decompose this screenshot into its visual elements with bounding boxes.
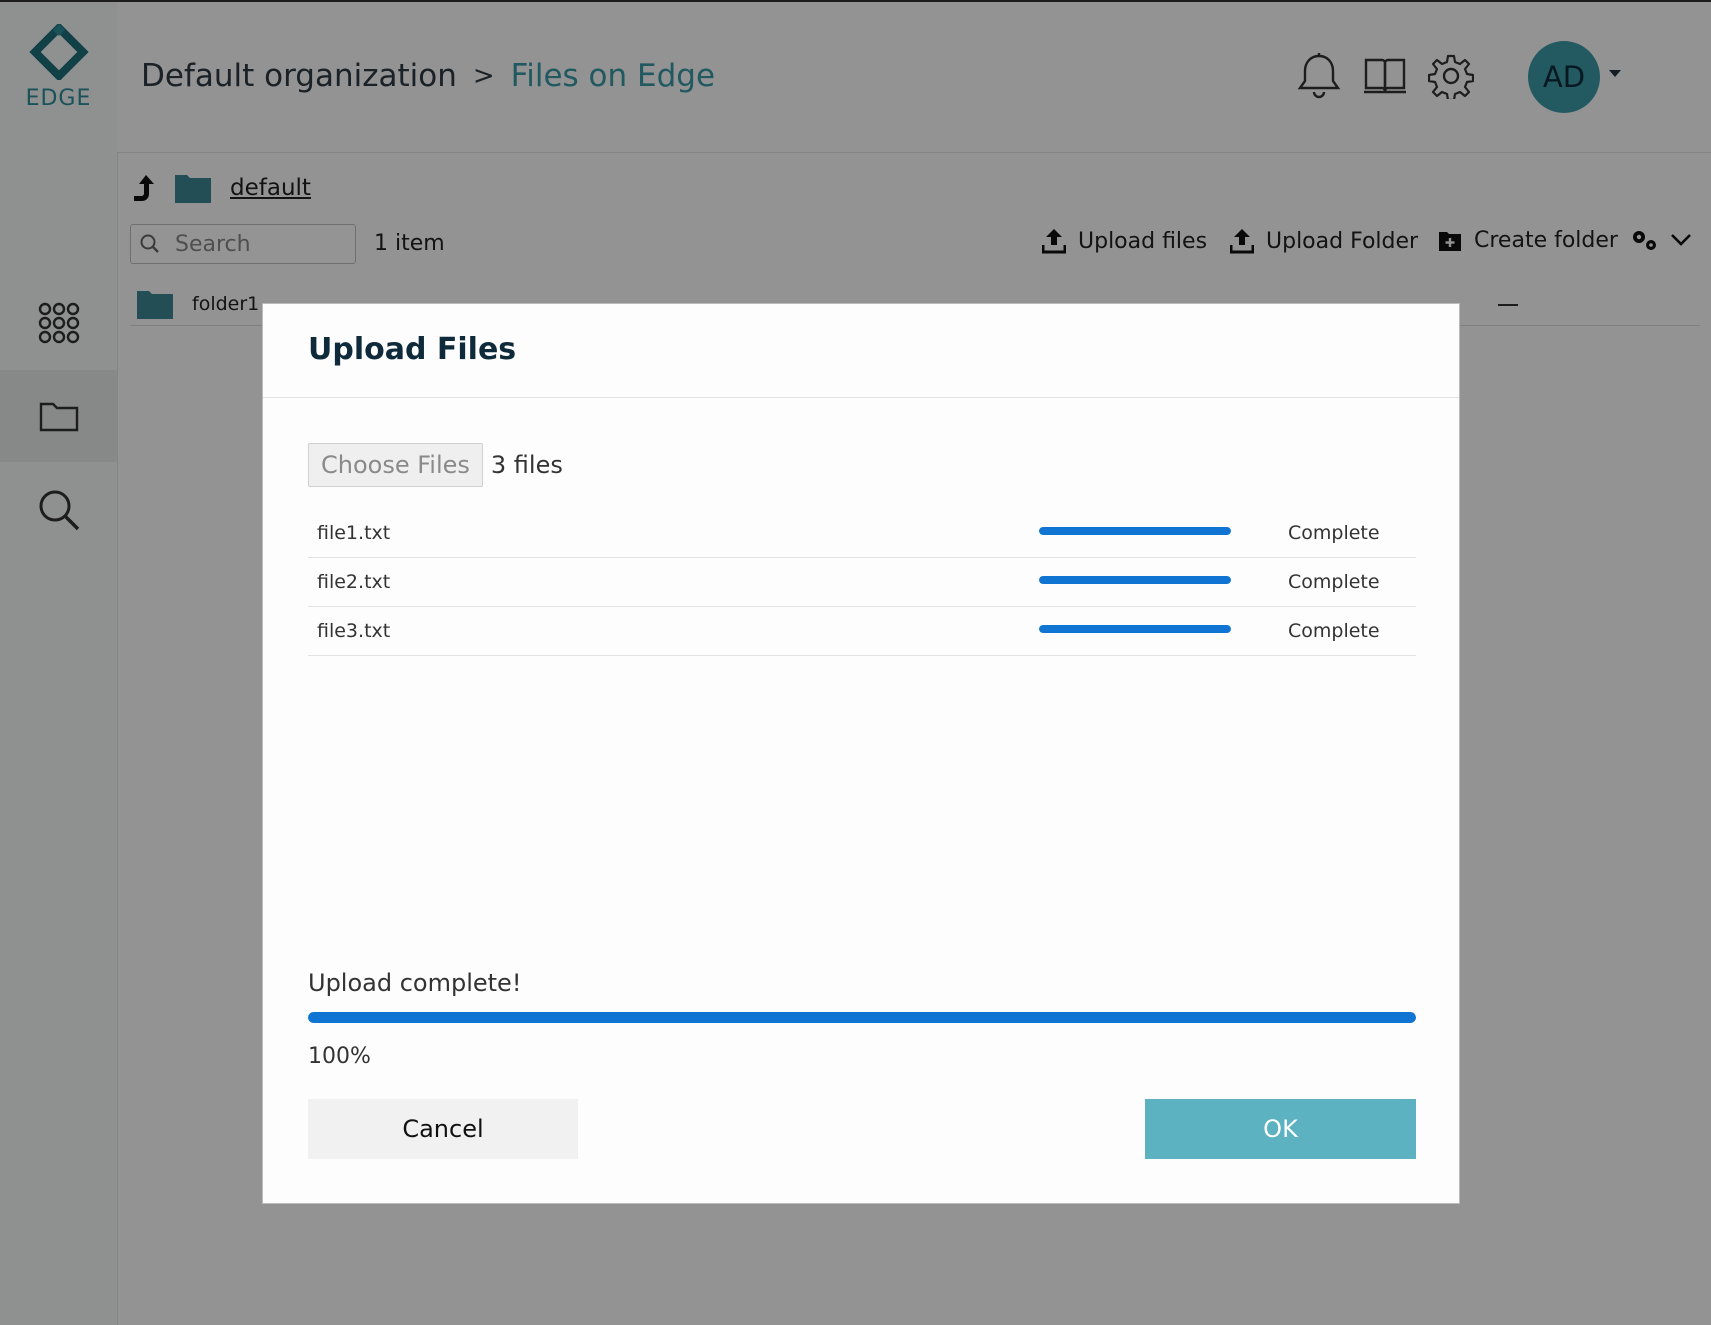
cancel-button[interactable]: Cancel <box>308 1099 578 1159</box>
list-item: file2.txt Complete <box>308 558 1416 607</box>
file-progress-bar <box>1039 527 1231 535</box>
file-progress-fill <box>1039 625 1231 633</box>
dialog-title: Upload Files <box>308 332 517 367</box>
upload-files-dialog: Upload Files Choose Files 3 files file1.… <box>262 303 1460 1204</box>
file-status: Complete <box>1288 522 1380 544</box>
overall-progress-bar <box>308 1012 1416 1023</box>
dialog-header: Upload Files <box>263 304 1459 398</box>
progress-percent: 100% <box>308 1044 371 1069</box>
file-name: file2.txt <box>317 571 391 593</box>
file-chooser: Choose Files 3 files <box>308 443 563 487</box>
file-name: file3.txt <box>317 620 391 642</box>
file-status: Complete <box>1288 620 1380 642</box>
choose-files-button[interactable]: Choose Files <box>308 443 483 487</box>
file-progress-fill <box>1039 576 1231 584</box>
file-progress-fill <box>1039 527 1231 535</box>
list-item: file3.txt Complete <box>308 607 1416 656</box>
upload-status-message: Upload complete! <box>308 969 522 997</box>
file-progress-bar <box>1039 625 1231 633</box>
upload-file-list: file1.txt Complete file2.txt Complete fi… <box>308 509 1416 656</box>
list-item: file1.txt Complete <box>308 509 1416 558</box>
file-name: file1.txt <box>317 522 391 544</box>
file-progress-bar <box>1039 576 1231 584</box>
file-status: Complete <box>1288 571 1380 593</box>
file-count: 3 files <box>490 451 563 479</box>
ok-button[interactable]: OK <box>1145 1099 1416 1159</box>
overall-progress-fill <box>308 1012 1416 1023</box>
